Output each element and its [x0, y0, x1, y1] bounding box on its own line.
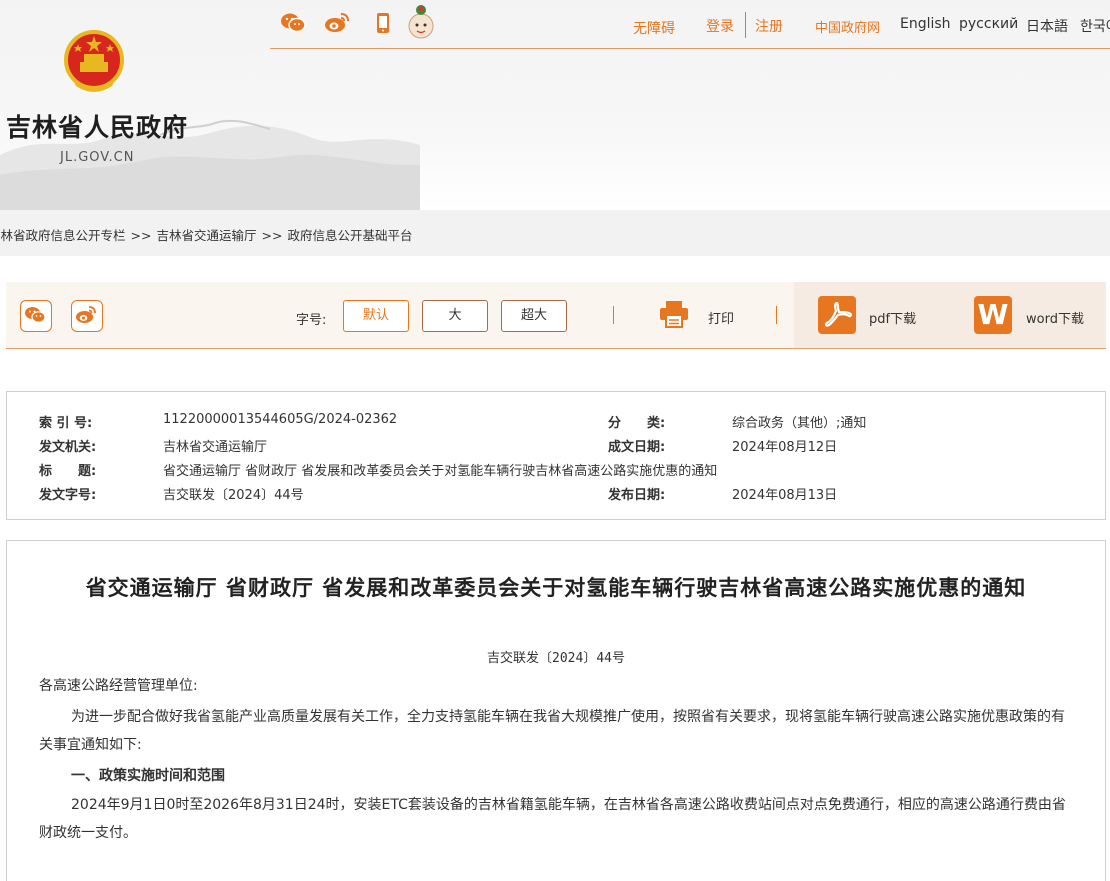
site-header: 吉林省人民政府 JL.GOV.CN 无障碍 登录 注册 中国政府网 Englis… — [0, 0, 1110, 210]
mascot-icon[interactable] — [406, 2, 436, 40]
word-download-button[interactable]: word下载 — [1026, 308, 1084, 327]
share-wechat-button[interactable] — [20, 300, 52, 332]
national-emblem-icon — [64, 30, 124, 92]
breadcrumb-separator: >> — [261, 228, 283, 243]
document-title: 省交通运输厅 省财政厅 省发展和改革委员会关于对氢能车辆行驶吉林省高速公路实施优… — [85, 575, 1027, 600]
document-body: 省交通运输厅 省财政厅 省发展和改革委员会关于对氢能车辆行驶吉林省高速公路实施优… — [6, 540, 1106, 881]
korean-link[interactable]: 한국어 — [1080, 16, 1110, 36]
font-size-large-button[interactable]: 大 — [422, 300, 488, 332]
word-icon[interactable]: W — [974, 296, 1012, 334]
section-heading: 一、政策实施时间和范围 — [71, 768, 225, 784]
title-value: 省交通运输厅 省财政厅 省发展和改革委员会关于对氢能车辆行驶吉林省高速公路实施优… — [163, 464, 718, 479]
index-value: 11220000013544605G/2024-02362 — [163, 412, 398, 427]
share-weibo-button[interactable] — [71, 300, 103, 332]
category-label: 分 类: — [608, 416, 666, 431]
japanese-link[interactable]: 日本語 — [1026, 16, 1068, 36]
published-date-value: 2024年08月13日 — [732, 488, 838, 503]
print-button[interactable]: 打印 — [708, 308, 734, 327]
accessibility-link[interactable]: 无障碍 — [633, 18, 675, 38]
font-size-default-button[interactable]: 默认 — [343, 300, 409, 332]
wechat-icon[interactable] — [280, 10, 306, 36]
breadcrumb-item-info-column[interactable]: 吉林省政府信息公开专栏 — [0, 228, 126, 243]
document-number: 吉交联发〔2024〕44号 — [487, 651, 625, 666]
section-body: 2024年9月1日0时至2026年8月31日24时，安装ETC套装设备的吉林省籍… — [39, 797, 1066, 841]
article-toolbar: 字号: 默认 大 超大 打印 pdf下载 W word下载 — [6, 282, 1106, 349]
wechat-icon — [25, 307, 46, 323]
doc-number-label: 发文字号: — [39, 488, 97, 503]
document-metadata: 索 引 号: 11220000013544605G/2024-02362 分 类… — [6, 391, 1106, 520]
top-nav-bar: 无障碍 登录 注册 中国政府网 English русский 日本語 한국어 — [270, 0, 1110, 49]
breadcrumb-item-info-platform[interactable]: 政府信息公开基础平台 — [287, 228, 412, 243]
breadcrumb: 吉林省政府信息公开专栏 >> 吉林省交通运输厅 >> 政府信息公开基础平台 — [0, 225, 412, 244]
site-name: 吉林省人民政府 — [6, 113, 189, 142]
pdf-icon[interactable] — [818, 296, 856, 334]
printer-icon[interactable] — [658, 299, 690, 329]
gov-cn-link[interactable]: 中国政府网 — [815, 17, 880, 36]
issuer-label: 发文机关: — [39, 440, 97, 455]
pdf-download-button[interactable]: pdf下载 — [869, 308, 916, 327]
toolbar-divider — [613, 306, 614, 324]
title-label: 标 题: — [39, 464, 97, 479]
category-value: 综合政务（其他）;通知 — [732, 416, 867, 431]
published-date-label: 发布日期: — [608, 488, 666, 503]
breadcrumb-item-transport-dept[interactable]: 吉林省交通运输厅 — [156, 228, 256, 243]
created-date-value: 2024年08月12日 — [732, 440, 838, 455]
breadcrumb-separator: >> — [130, 228, 152, 243]
site-domain: JL.GOV.CN — [60, 150, 135, 165]
register-link[interactable]: 注册 — [755, 16, 783, 36]
issuer-value: 吉林省交通运输厅 — [163, 440, 268, 455]
toolbar-divider — [776, 306, 777, 324]
russian-link[interactable]: русский — [959, 16, 1018, 32]
doc-number-value: 吉交联发〔2024〕44号 — [163, 488, 304, 503]
index-label: 索 引 号: — [39, 416, 93, 431]
font-size-xlarge-button[interactable]: 超大 — [501, 300, 567, 332]
mobile-icon[interactable] — [370, 10, 396, 36]
english-link[interactable]: English — [900, 16, 951, 32]
document-salutation: 各高速公路经营管理单位: — [39, 678, 198, 694]
weibo-icon — [76, 306, 96, 323]
login-link[interactable]: 登录 — [706, 16, 734, 36]
document-intro: 为进一步配合做好我省氢能产业高质量发展有关工作，全力支持氢能车辆在我省大规模推广… — [39, 709, 1065, 753]
weibo-icon[interactable] — [324, 10, 350, 36]
font-size-label: 字号: — [296, 313, 327, 328]
login-divider — [745, 12, 746, 38]
breadcrumb-bar: 吉林省政府信息公开专栏 >> 吉林省交通运输厅 >> 政府信息公开基础平台 — [0, 210, 1110, 256]
created-date-label: 成文日期: — [608, 440, 666, 455]
